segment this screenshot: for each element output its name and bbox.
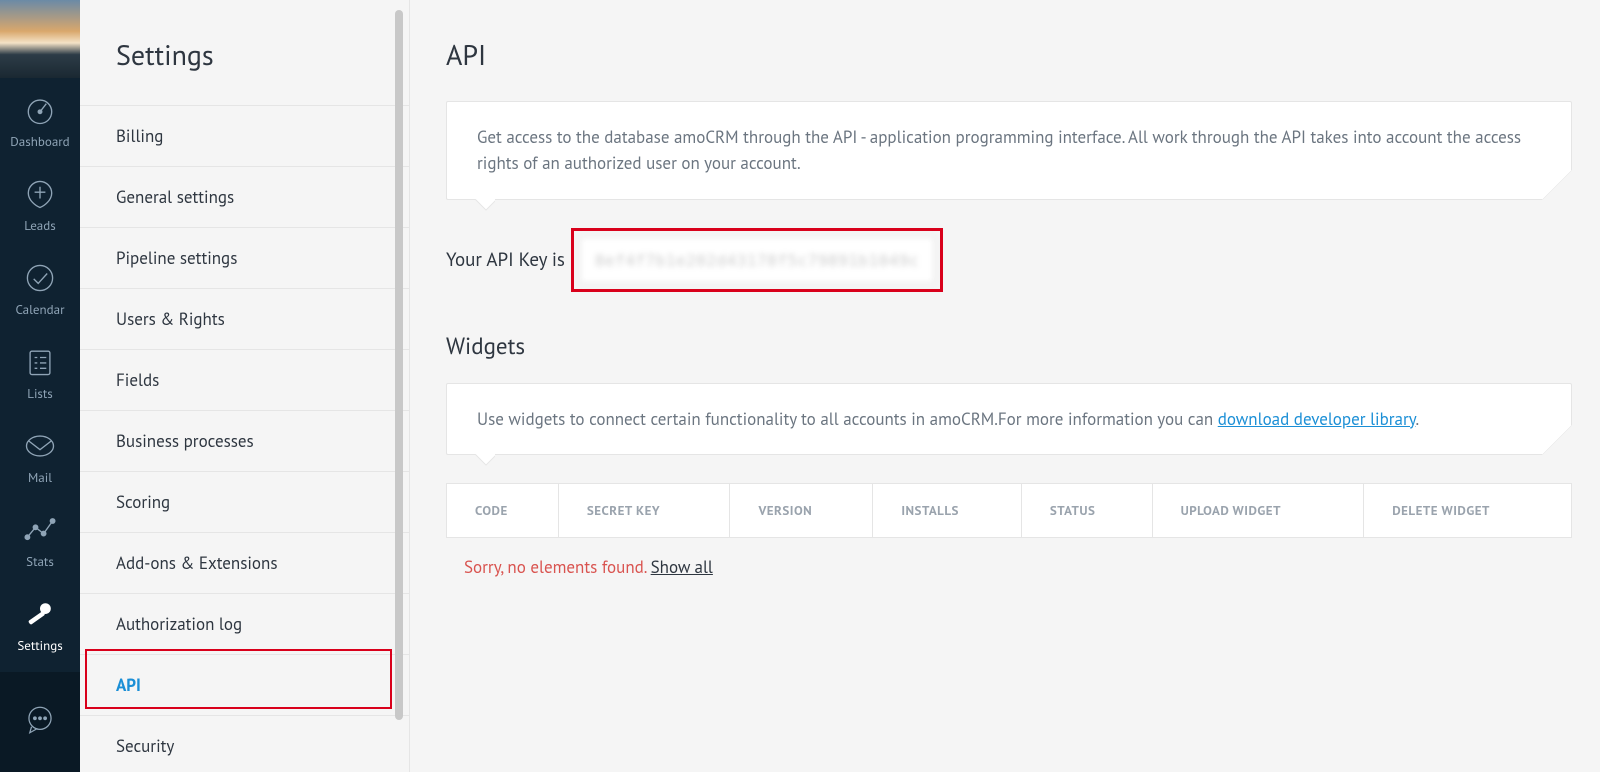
- account-banner[interactable]: [0, 0, 80, 78]
- rail-label: Calendar: [15, 301, 64, 318]
- th-version[interactable]: VERSION: [730, 484, 873, 538]
- rail-item-stats[interactable]: Stats: [0, 498, 80, 582]
- sidebar-item-billing[interactable]: Billing: [80, 105, 409, 166]
- rail-label: Dashboard: [10, 133, 69, 150]
- api-key-row: Your API Key is 8ef4f7b1e202d43178f5c798…: [446, 228, 1572, 292]
- rail-label: Leads: [24, 217, 55, 234]
- sidebar-item-label: Scoring: [116, 491, 170, 513]
- rail-label: Lists: [27, 385, 53, 402]
- sidebar-item-label: Business processes: [116, 430, 254, 452]
- empty-message: Sorry, no elements found.: [464, 556, 651, 578]
- api-key-label: Your API Key is: [446, 248, 565, 272]
- widgets-info-text-post: .: [1415, 408, 1419, 430]
- chat-icon: [23, 703, 57, 742]
- annotation-highlight-api-key: 8ef4f7b1e202d43178f5c79891b1049c: [571, 228, 943, 292]
- sidebar-item-label: Security: [116, 735, 174, 757]
- nav-rail: Dashboard Leads Calendar Lists Mail Stat…: [0, 0, 80, 772]
- calendar-icon: [21, 259, 59, 297]
- rail-label: Settings: [17, 637, 62, 654]
- th-code[interactable]: CODE: [447, 484, 559, 538]
- sidebar-item-api[interactable]: API: [80, 654, 409, 715]
- stats-icon: [21, 511, 59, 549]
- rail-item-calendar[interactable]: Calendar: [0, 246, 80, 330]
- sidebar-item-label: API: [116, 674, 141, 696]
- dashboard-icon: [21, 91, 59, 129]
- sidebar-item-users[interactable]: Users & Rights: [80, 288, 409, 349]
- page-title: API: [446, 36, 1572, 73]
- settings-sidebar: Settings Billing General settings Pipeli…: [80, 0, 410, 772]
- sidebar-scrollbar[interactable]: [395, 10, 403, 720]
- lists-icon: [21, 343, 59, 381]
- sidebar-item-authlog[interactable]: Authorization log: [80, 593, 409, 654]
- api-info-box: Get access to the database amoCRM throug…: [446, 101, 1572, 200]
- rail-label: Mail: [28, 469, 52, 486]
- th-installs[interactable]: INSTALLS: [873, 484, 1022, 538]
- show-all-link[interactable]: Show all: [651, 556, 713, 578]
- empty-state: Sorry, no elements found. Show all: [446, 538, 1572, 578]
- sidebar-item-business[interactable]: Business processes: [80, 410, 409, 471]
- rail-item-mail[interactable]: Mail: [0, 414, 80, 498]
- sidebar-item-label: Add-ons & Extensions: [116, 552, 278, 574]
- sidebar-item-pipeline[interactable]: Pipeline settings: [80, 227, 409, 288]
- leads-icon: [21, 175, 59, 213]
- api-key-value[interactable]: 8ef4f7b1e202d43178f5c79891b1049c: [580, 237, 934, 283]
- sidebar-item-general[interactable]: General settings: [80, 166, 409, 227]
- sidebar-item-label: Pipeline settings: [116, 247, 237, 269]
- box-corner-fold: [1542, 170, 1572, 200]
- widgets-info-text-pre: Use widgets to connect certain functiona…: [477, 408, 1218, 430]
- rail-item-lists[interactable]: Lists: [0, 330, 80, 414]
- box-corner-fold: [1542, 425, 1572, 455]
- th-secret-key[interactable]: SECRET KEY: [558, 484, 730, 538]
- sidebar-title: Settings: [80, 0, 409, 105]
- api-info-text: Get access to the database amoCRM throug…: [477, 126, 1521, 174]
- download-library-link[interactable]: download developer library: [1218, 408, 1416, 430]
- mail-icon: [21, 427, 59, 465]
- sidebar-item-label: Fields: [116, 369, 159, 391]
- th-status[interactable]: STATUS: [1021, 484, 1152, 538]
- sidebar-item-security[interactable]: Security: [80, 715, 409, 772]
- box-tail: [475, 454, 495, 466]
- rail-item-dashboard[interactable]: Dashboard: [0, 78, 80, 162]
- widgets-table: CODE SECRET KEY VERSION INSTALLS STATUS …: [446, 483, 1572, 538]
- rail-label: Stats: [26, 553, 54, 570]
- rail-chat[interactable]: [0, 672, 80, 772]
- th-delete[interactable]: DELETE WIDGET: [1364, 484, 1572, 538]
- sidebar-item-addons[interactable]: Add-ons & Extensions: [80, 532, 409, 593]
- rail-item-leads[interactable]: Leads: [0, 162, 80, 246]
- main-content: API Get access to the database amoCRM th…: [418, 0, 1600, 772]
- widgets-info-box: Use widgets to connect certain functiona…: [446, 383, 1572, 455]
- sidebar-item-label: Authorization log: [116, 613, 242, 635]
- rail-item-settings[interactable]: Settings: [0, 582, 80, 666]
- sidebar-item-label: Users & Rights: [116, 308, 225, 330]
- widgets-title: Widgets: [446, 332, 1572, 361]
- sidebar-item-fields[interactable]: Fields: [80, 349, 409, 410]
- th-upload[interactable]: UPLOAD WIDGET: [1152, 484, 1364, 538]
- box-tail: [475, 199, 495, 211]
- sidebar-item-label: Billing: [116, 125, 163, 147]
- sidebar-item-label: General settings: [116, 186, 234, 208]
- settings-icon: [21, 595, 59, 633]
- sidebar-item-scoring[interactable]: Scoring: [80, 471, 409, 532]
